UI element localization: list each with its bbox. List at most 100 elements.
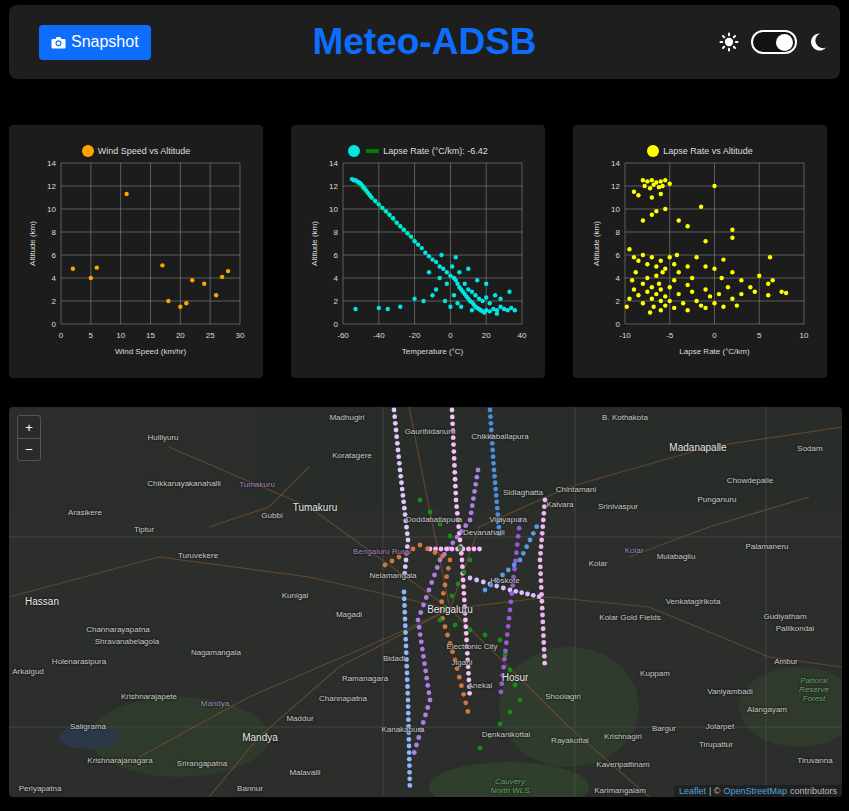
aircraft-point[interactable] <box>453 484 458 489</box>
aircraft-point[interactable] <box>493 480 498 485</box>
aircraft-point[interactable] <box>513 589 518 594</box>
aircraft-point[interactable] <box>462 598 467 603</box>
aircraft-point[interactable] <box>453 477 458 482</box>
aircraft-point[interactable] <box>472 547 477 552</box>
aircraft-point[interactable] <box>451 449 456 454</box>
aircraft-point[interactable] <box>505 632 510 637</box>
aircraft-point[interactable] <box>466 547 471 552</box>
aircraft-point[interactable] <box>398 474 403 479</box>
aircraft-point[interactable] <box>450 540 455 545</box>
aircraft-point[interactable] <box>490 441 495 446</box>
aircraft-point[interactable] <box>395 441 400 446</box>
aircraft-point[interactable] <box>503 653 508 658</box>
aircraft-point[interactable] <box>405 677 410 682</box>
aircraft-point[interactable] <box>465 651 470 656</box>
aircraft-point[interactable] <box>407 770 412 775</box>
aircraft-point[interactable] <box>491 461 496 466</box>
aircraft-point[interactable] <box>539 538 544 543</box>
aircraft-point[interactable] <box>404 664 409 669</box>
aircraft-point[interactable] <box>466 671 471 676</box>
aircraft-point[interactable] <box>428 698 433 703</box>
aircraft-point[interactable] <box>423 669 428 674</box>
aircraft-point[interactable] <box>406 717 411 722</box>
aircraft-point[interactable] <box>401 493 406 498</box>
aircraft-point[interactable] <box>398 468 403 473</box>
aircraft-point[interactable] <box>405 684 410 689</box>
aircraft-point[interactable] <box>406 538 411 543</box>
aircraft-point[interactable] <box>463 624 468 629</box>
aircraft-point[interactable] <box>422 661 427 666</box>
aircraft-point[interactable] <box>541 633 546 638</box>
aircraft-point[interactable] <box>538 564 543 569</box>
aircraft-point[interactable] <box>499 689 504 694</box>
aircraft-point[interactable] <box>490 448 495 453</box>
aircraft-point[interactable] <box>495 506 500 511</box>
aircraft-point[interactable] <box>461 692 466 697</box>
aircraft-point[interactable] <box>492 468 497 473</box>
aircraft-point[interactable] <box>452 456 457 461</box>
aircraft-point[interactable] <box>531 593 536 598</box>
aircraft-point[interactable] <box>517 526 522 531</box>
aircraft-point[interactable] <box>439 547 444 552</box>
aircraft-point[interactable] <box>468 628 473 633</box>
aircraft-point[interactable] <box>406 698 411 703</box>
aircraft-point[interactable] <box>406 704 411 709</box>
aircraft-point[interactable] <box>452 463 457 468</box>
aircraft-point[interactable] <box>457 675 462 680</box>
aircraft-point[interactable] <box>508 710 513 715</box>
aircraft-point[interactable] <box>534 524 539 529</box>
aircraft-point[interactable] <box>402 590 407 595</box>
aircraft-point[interactable] <box>506 568 511 573</box>
aircraft-point[interactable] <box>525 592 530 597</box>
aircraft-point[interactable] <box>461 578 466 583</box>
aircraft-point[interactable] <box>440 554 445 559</box>
aircraft-point[interactable] <box>456 524 461 529</box>
aircraft-point[interactable] <box>516 534 521 539</box>
aircraft-point[interactable] <box>454 504 459 509</box>
aircraft-point[interactable] <box>453 491 458 496</box>
aircraft-point[interactable] <box>481 580 486 585</box>
aircraft-point[interactable] <box>403 617 408 622</box>
aircraft-point[interactable] <box>427 690 432 695</box>
aircraft-point[interactable] <box>541 626 546 631</box>
aircraft-point[interactable] <box>462 591 467 596</box>
aircraft-point[interactable] <box>539 599 544 604</box>
aircraft-point[interactable] <box>392 414 397 419</box>
aircraft-point[interactable] <box>465 709 470 714</box>
aircraft-point[interactable] <box>438 618 443 623</box>
aircraft-point[interactable] <box>509 599 514 604</box>
aircraft-point[interactable] <box>488 421 493 426</box>
aircraft-point[interactable] <box>540 531 545 536</box>
aircraft-point[interactable] <box>459 683 464 688</box>
aircraft-point[interactable] <box>406 737 411 742</box>
aircraft-point[interactable] <box>488 414 493 419</box>
aircraft-point[interactable] <box>421 720 426 725</box>
aircraft-point[interactable] <box>383 563 388 568</box>
aircraft-point[interactable] <box>501 586 506 591</box>
aircraft-point[interactable] <box>540 606 545 611</box>
aircraft-point[interactable] <box>539 544 544 549</box>
aircraft-point[interactable] <box>463 523 468 528</box>
aircraft-point[interactable] <box>512 567 517 572</box>
aircraft-point[interactable] <box>498 722 503 727</box>
aircraft-point[interactable] <box>403 630 408 635</box>
aircraft-point[interactable] <box>462 570 467 575</box>
aircraft-point[interactable] <box>474 475 479 480</box>
aircraft-point[interactable] <box>416 735 421 740</box>
aircraft-point[interactable] <box>451 442 456 447</box>
aircraft-point[interactable] <box>542 504 547 509</box>
map[interactable]: MadhugiriB. KothakotaMadanapalleHulliyur… <box>9 407 842 797</box>
aircraft-point[interactable] <box>418 543 423 548</box>
aircraft-point[interactable] <box>459 551 464 556</box>
aircraft-point[interactable] <box>405 691 410 696</box>
aircraft-point[interactable] <box>540 619 545 624</box>
aircraft-point[interactable] <box>407 757 412 762</box>
aircraft-point[interactable] <box>468 518 473 523</box>
aircraft-point[interactable] <box>402 603 407 608</box>
aircraft-point[interactable] <box>407 763 412 768</box>
aircraft-point[interactable] <box>412 750 417 755</box>
aircraft-point[interactable] <box>478 746 483 751</box>
aircraft-point[interactable] <box>419 639 424 644</box>
zoom-out-button[interactable]: − <box>18 438 40 460</box>
aircraft-point[interactable] <box>407 744 412 749</box>
